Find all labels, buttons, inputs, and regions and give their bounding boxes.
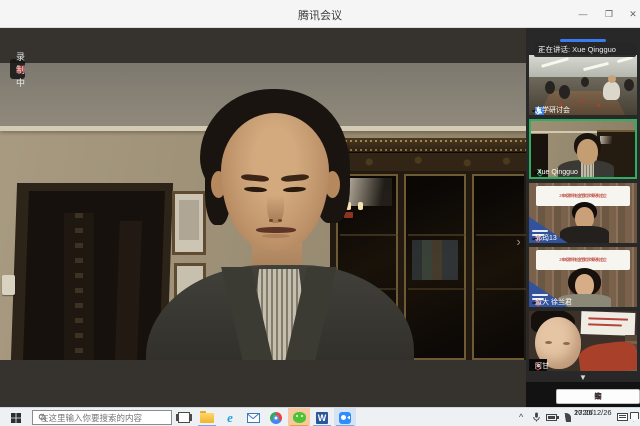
battery-icon[interactable] [546,414,557,421]
conference-banner [581,311,636,336]
action-center-icon[interactable] [630,412,639,422]
cup [581,100,584,103]
eyebrow [281,174,309,182]
dark-doorway [23,191,165,360]
participant-name-badge: 阿甘 [532,366,539,368]
main-video-stage: 录制中 Xue Qingguo › [0,28,526,407]
attendee [581,77,589,87]
tray-date: 2020/12/26 [574,409,612,418]
participant-body [560,226,609,243]
sidebar-collapse-handle[interactable]: › [512,222,525,262]
start-button[interactable] [6,412,26,424]
taskbar-app-word[interactable]: W [311,408,333,426]
tencent-meeting-icon [339,412,351,424]
shelf-books [412,240,458,280]
cabinet-cornice [330,138,526,153]
participant-name: 文学研讨会 [535,107,570,115]
participant-name-badge: 郭筠13 [532,238,539,240]
search-input[interactable] [38,412,156,424]
nose [267,183,284,223]
cup [559,103,562,106]
window-titlebar: 腾讯会议 — ❐ ✕ [0,0,640,28]
desktop: 腾讯会议 — ❐ ✕ [0,0,640,426]
attendee [545,81,555,94]
participant-name: 阿甘 [535,363,549,371]
touch-keyboard-icon[interactable] [617,413,628,421]
word-icon: W [316,412,328,424]
taskbar-app-wechat[interactable] [288,408,310,426]
eye [244,186,267,192]
participant-tile-xu-lanjun[interactable]: 中国阿拉伯文学研究会 2020年年会暨学术研讨会 暨大 徐兰君 [529,247,637,307]
speaking-volume-bar [560,39,606,42]
taskbar-search[interactable] [32,410,172,425]
taskbar-app-mail[interactable] [242,408,264,426]
taskbar-app-internet-explorer[interactable]: e [219,408,241,426]
ime-more-icon[interactable]: ⋮ [594,393,602,401]
cup [597,104,600,107]
participants-sidebar: 正在讲话: Xue Qingguo » [526,28,640,407]
task-view-icon[interactable] [178,412,190,423]
banner-line2: 2020年年会暨学术研讨会 [559,193,607,198]
windows-logo-icon [11,413,21,423]
now-speaking-banner: 正在讲话: Xue Qingguo » [534,42,636,57]
light-switch [2,275,15,295]
main-video-feed [0,63,526,360]
tray-expand-chevron-icon[interactable]: ^ [519,412,523,422]
participant-tile-conference-room[interactable]: 文学研讨会 [529,55,637,115]
participant-tile-a-gan[interactable]: 阿甘 [529,311,637,371]
eyebrow [241,174,269,182]
chevron-collapse-icon[interactable]: » [536,47,544,51]
participant-name-badge: 暨大 徐兰君 [532,302,539,304]
network-icon[interactable] [561,413,571,422]
participant-name-badge: 文学研讨会 [532,110,539,112]
picture-frame [172,191,206,255]
minimize-button[interactable]: — [572,6,594,22]
close-button[interactable]: ✕ [622,6,640,22]
wechat-icon [293,412,306,423]
candle-light [358,202,363,210]
participant-name-badge: Xue Qingguo [534,172,541,174]
chrome-icon [270,412,282,424]
maximize-button[interactable]: ❐ [598,6,620,22]
participant-tile-xue-qingguo[interactable]: Xue Qingguo [529,119,637,179]
eye [283,186,306,192]
speaker-face [577,139,598,165]
calligraphy-scroll [64,213,94,360]
cabinet-glass-door [472,174,524,360]
taskbar-app-chrome[interactable] [265,408,287,426]
conference-banner: 中国阿拉伯文学研究会 2020年年会暨学术研讨会 [536,250,630,270]
attendee [559,85,570,99]
internet-explorer-icon: e [227,411,233,424]
attendee [603,81,620,100]
cabinet-glass-door [404,174,466,360]
speaker-face [221,113,329,251]
cabinet-carving [330,153,526,171]
taskbar-app-file-explorer[interactable] [196,408,218,426]
recording-badge[interactable]: 录制中 [10,59,25,79]
mouth [256,227,296,233]
participant-tile-guo-jun[interactable]: 中国阿拉伯文学研究会 2020年年会暨学术研讨会 郭筠13 [529,183,637,243]
attendee [624,79,634,91]
participant-name: 暨大 徐兰君 [535,299,572,307]
recording-label: 录制中 [16,50,25,89]
ime-toolbar[interactable]: S 中 ✎ ♪ 简 ☰ ⋮ [556,389,640,404]
participant-name: 郭筠13 [535,235,557,243]
now-speaking-label: 正在讲话: Xue Qingguo [538,44,616,55]
window-title: 腾讯会议 [0,7,640,23]
taskbar-app-tencent-meeting[interactable] [334,408,356,426]
banner-line2: 2020年年会暨学术研讨会 [559,257,607,262]
mail-icon [247,413,260,423]
file-explorer-icon [200,413,214,423]
participant-name: Xue Qingguo [537,169,578,177]
windows-taskbar: e W ^ 17:26 [0,407,640,426]
